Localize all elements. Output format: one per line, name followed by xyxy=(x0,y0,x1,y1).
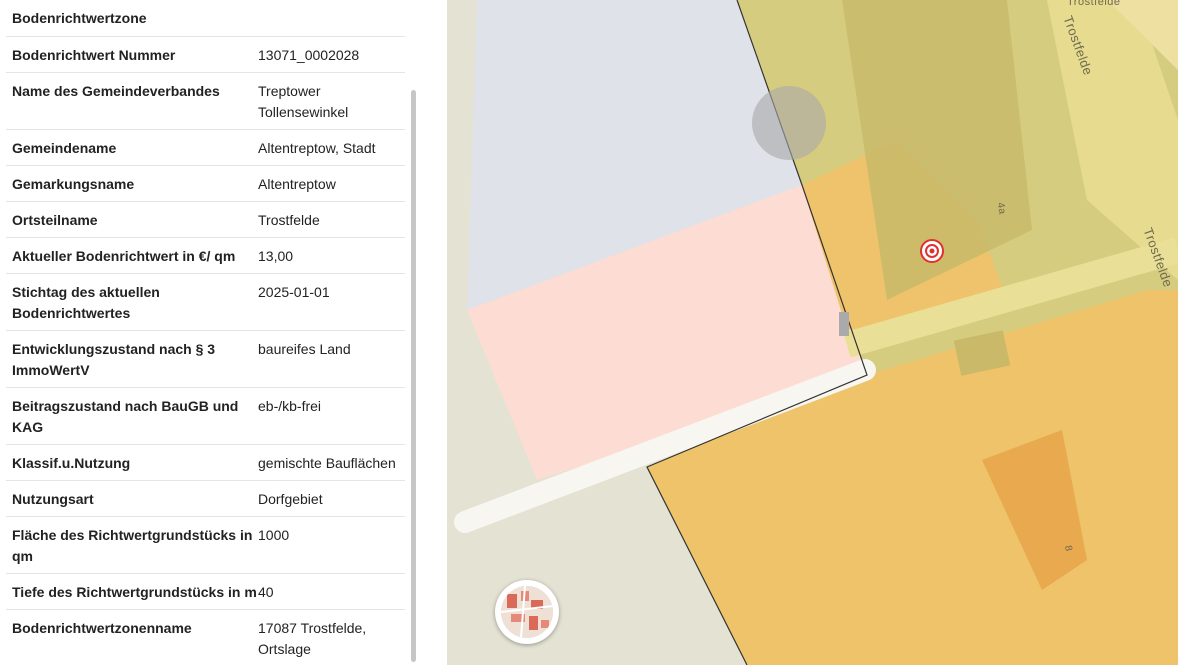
attribute-row: Gemeindename Altentreptow, Stadt xyxy=(6,130,405,166)
attribute-label: Name des Gemeindeverbandes xyxy=(12,83,220,99)
attribute-value: 1000 xyxy=(258,527,290,543)
attribute-value: 17087 Trostfelde, Ortslage xyxy=(258,620,367,657)
attribute-label: Aktueller Bodenrichtwert in €/ qm xyxy=(12,248,236,264)
attribute-row: Tiefe des Richtwertgrundstücks in m 40 xyxy=(6,574,405,610)
attribute-row: Stichtag des aktuellen Bodenrichtwertes 2… xyxy=(6,274,405,331)
attribute-value: Altentreptow, Stadt xyxy=(258,140,376,156)
attribute-row: Fläche des Richtwertgrundstücks in qm 100… xyxy=(6,517,405,574)
attribute-value: eb-/kb-frei xyxy=(258,398,322,414)
attribute-label: Tiefe des Richtwertgrundstücks in m xyxy=(12,584,257,600)
attribute-value: 13,00 xyxy=(258,248,294,264)
attribute-row: Entwicklungszustand nach § 3 ImmoWertV ba… xyxy=(6,331,405,388)
attribute-value: gemischte Bauflächen xyxy=(258,455,396,471)
attribute-label: Ortsteilname xyxy=(12,212,98,228)
attribute-value: Treptower Tollensewinkel xyxy=(258,83,349,120)
panel-splitter[interactable] xyxy=(437,0,881,665)
attribute-row: Bodenrichtwert Nummer 13071_0002028 xyxy=(6,37,405,73)
target-marker-icon[interactable] xyxy=(920,239,944,263)
street-label: Trostfelde xyxy=(1067,0,1121,8)
attribute-value: baureifes Land xyxy=(258,341,351,357)
attribute-label: Entwicklungszustand nach § 3 ImmoWertV xyxy=(12,341,216,378)
house-number: 4a xyxy=(994,201,1008,216)
map-view[interactable]: Trostfelde Trostfelde Trostfelde 4a 8 xyxy=(447,0,1178,665)
attribute-label: Gemeindename xyxy=(12,140,117,156)
grey-circle-feature xyxy=(752,86,826,160)
attribute-row: Bodenrichtwertzonenname 17087 Trostfelde,… xyxy=(6,610,405,665)
map-canvas[interactable] xyxy=(447,0,1178,665)
minimap-toggle-icon[interactable] xyxy=(495,580,559,644)
attribute-value: 40 xyxy=(258,584,274,600)
section-title: Bodenrichtwertzone xyxy=(12,10,147,26)
attribute-value: 13071_0002028 xyxy=(258,47,360,63)
attribute-label: Gemarkungsname xyxy=(12,176,135,192)
attribute-row: Gemarkungsname Altentreptow xyxy=(6,166,405,202)
info-panel: Bodenrichtwertzone Bodenrichtwert Nummer… xyxy=(0,0,440,665)
attribute-label: Fläche des Richtwertgrundstücks in qm xyxy=(12,527,253,564)
attribute-row: Aktueller Bodenrichtwert in €/ qm 13,00 xyxy=(6,238,405,274)
attribute-label: Bodenrichtwert Nummer xyxy=(12,47,176,63)
attribute-row: Nutzungsart Dorfgebiet xyxy=(6,481,405,517)
attribute-label: Beitragszustand nach BauGB und KAG xyxy=(12,398,239,435)
attribute-label: Nutzungsart xyxy=(12,491,94,507)
attribute-row: Ortsteilname Trostfelde xyxy=(6,202,405,238)
attribute-label: Stichtag des aktuellen Bodenrichtwertes xyxy=(12,284,160,321)
attribute-label: Bodenrichtwertzonenname xyxy=(12,620,192,636)
attribute-table: Bodenrichtwertzone Bodenrichtwert Nummer… xyxy=(6,0,405,665)
attribute-value: Dorfgebiet xyxy=(258,491,323,507)
attribute-value: 2025-01-01 xyxy=(258,284,330,300)
attribute-label: Klassif.u.Nutzung xyxy=(12,455,131,471)
attribute-row: Name des Gemeindeverbandes Treptower Toll… xyxy=(6,73,405,130)
panel-scrollbar[interactable] xyxy=(411,90,416,662)
section-header-row: Bodenrichtwertzone xyxy=(6,0,405,37)
attribute-value: Trostfelde xyxy=(258,212,320,228)
small-grey-object xyxy=(839,312,849,336)
attribute-value: Altentreptow xyxy=(258,176,336,192)
attribute-row: Klassif.u.Nutzung gemischte Bauflächen xyxy=(6,445,405,481)
attribute-row: Beitragszustand nach BauGB und KAG eb-/kb… xyxy=(6,388,405,445)
